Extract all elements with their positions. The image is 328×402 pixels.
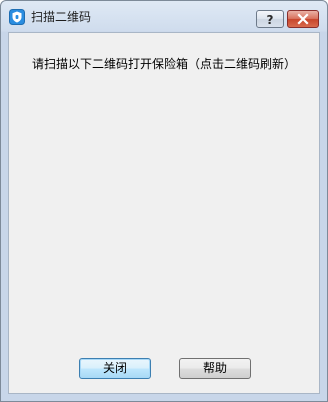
qr-code-area[interactable] xyxy=(39,83,289,333)
shield-app-icon xyxy=(9,9,25,25)
question-mark-icon: ? xyxy=(267,13,274,27)
scan-instruction-text: 请扫描以下二维码打开保险箱（点击二维码刷新） xyxy=(31,57,296,71)
dialog-client-area: 请扫描以下二维码打开保险箱（点击二维码刷新） 关闭 帮助 xyxy=(8,32,320,394)
titlebar-close-button[interactable] xyxy=(287,10,319,28)
title-bar[interactable]: 扫描二维码 ? xyxy=(1,1,327,31)
close-x-icon xyxy=(297,13,309,25)
dialog-window: 扫描二维码 ? 请扫描以下二维码打开保险箱（点击二维码刷新） 关闭 帮助 xyxy=(0,0,328,402)
titlebar-help-button[interactable]: ? xyxy=(256,10,284,28)
help-button[interactable]: 帮助 xyxy=(179,358,251,379)
close-button[interactable]: 关闭 xyxy=(79,358,151,379)
window-title: 扫描二维码 xyxy=(31,10,92,24)
svg-text:?: ? xyxy=(267,13,274,27)
